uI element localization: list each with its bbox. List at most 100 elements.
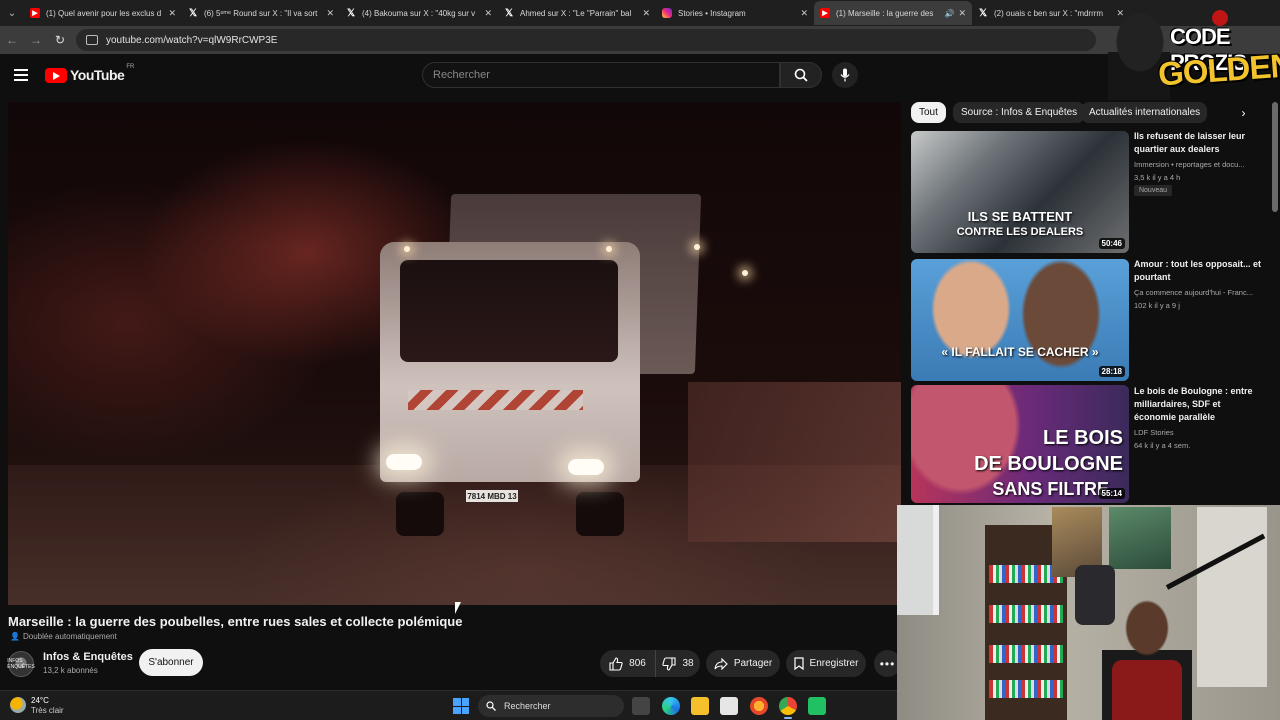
license-plate: 7814 MBD 13 xyxy=(466,490,518,502)
tab-title: (6) 5ᵉᵐᵉ Round sur X : "Il va sort xyxy=(204,8,318,18)
close-icon[interactable]: ✕ xyxy=(168,8,176,19)
browser-tab[interactable]: ▶ (1) Quel avenir pour les exclus d ✕ xyxy=(24,1,182,25)
close-icon[interactable]: ✕ xyxy=(484,8,492,19)
video-duration: 50:46 xyxy=(1098,238,1125,249)
browser-tab-active[interactable]: ▶ (1) Marseille : la guerre des 🔊 ✕ xyxy=(814,1,972,25)
microsoft-store-icon[interactable] xyxy=(720,697,738,715)
truck-windshield xyxy=(400,260,618,362)
thumb-caption: CONTRE LES DEALERS xyxy=(956,226,1084,238)
taskbar-search-label: Rechercher xyxy=(504,701,551,711)
browser-tab[interactable]: 𝕏 (2) ouais c ben sur X : "mdrrrm ✕ xyxy=(972,1,1130,25)
tab-search-chevron-icon[interactable]: ⌄ xyxy=(0,1,24,25)
light-icon xyxy=(694,244,700,250)
logo-text: YouTube xyxy=(70,67,125,83)
video-player[interactable]: 7814 MBD 13 xyxy=(8,102,901,605)
thumb-caption: ILS SE BATTENT xyxy=(967,209,1073,224)
tab-title: (2) ouais c ben sur X : "mdrrrm xyxy=(994,8,1104,18)
headlight xyxy=(568,459,604,475)
chevron-right-icon[interactable]: › xyxy=(1233,102,1254,123)
rec-title[interactable]: Amour : tout les opposait... et pourtant xyxy=(1134,258,1264,284)
app-icon[interactable] xyxy=(808,697,826,715)
chrome-icon[interactable] xyxy=(779,697,797,719)
like-button[interactable]: 806 xyxy=(600,650,656,677)
video-wall xyxy=(688,382,901,542)
video-duration: 28:18 xyxy=(1098,366,1125,377)
chip-international-news[interactable]: Actualités internationales xyxy=(1081,102,1207,123)
browser-tab[interactable]: 𝕏 (6) 5ᵉᵐᵉ Round sur X : "Il va sort ✕ xyxy=(182,1,340,25)
x-icon: 𝕏 xyxy=(346,7,356,19)
browser-tab[interactable]: 𝕏 (4) Bakouma sur X : "40kg sur v ✕ xyxy=(340,1,498,25)
microphone-icon xyxy=(840,68,850,82)
mouse-cursor-icon xyxy=(455,602,461,614)
light-icon xyxy=(606,246,612,252)
youtube-header: YouTube FR Rechercher xyxy=(0,54,1280,98)
task-view-icon[interactable] xyxy=(632,697,650,715)
speaker-icon[interactable]: 🔊 xyxy=(944,9,954,18)
chip-source[interactable]: Source : Infos & Enquêtes xyxy=(953,102,1086,123)
taskbar-search[interactable]: Rechercher xyxy=(478,695,624,717)
weather-icon[interactable] xyxy=(10,697,26,713)
menu-icon[interactable] xyxy=(14,69,28,81)
search-input[interactable]: Rechercher xyxy=(422,62,780,88)
reload-icon[interactable]: ↻ xyxy=(48,28,72,52)
search-button[interactable] xyxy=(780,62,822,88)
tab-title: (1) Marseille : la guerre des xyxy=(836,8,934,18)
rec-stats: 102 k il y a 9 j xyxy=(1134,301,1180,310)
rec-channel[interactable]: Immersion • reportages et docu... xyxy=(1134,158,1264,171)
subscribe-button[interactable]: S'abonner xyxy=(139,649,203,676)
close-icon[interactable]: ✕ xyxy=(958,8,966,19)
voice-search-button[interactable] xyxy=(832,62,858,88)
share-icon xyxy=(714,657,728,670)
back-arrow-icon[interactable]: ← xyxy=(0,28,24,52)
tab-title: (1) Quel avenir pour les exclus d xyxy=(46,8,162,18)
browser-tab-strip: ⌄ ▶ (1) Quel avenir pour les exclus d ✕ … xyxy=(0,0,1280,26)
like-dislike-group: 806 38 xyxy=(600,650,700,677)
address-bar[interactable]: youtube.com/watch?v=qlW9RrCWP3E xyxy=(76,29,1096,51)
x-icon: 𝕏 xyxy=(504,7,514,19)
truck-wheel xyxy=(396,492,444,536)
windows-taskbar: 24°C Très clair Rechercher xyxy=(0,690,897,720)
avatar-text: INFOS ENQUÊTES xyxy=(7,658,35,670)
file-explorer-icon[interactable] xyxy=(691,697,709,715)
x-icon: 𝕏 xyxy=(188,7,198,19)
youtube-play-icon xyxy=(45,67,67,83)
weather-temperature[interactable]: 24°C xyxy=(31,696,49,705)
rec-thumbnail[interactable]: ILS SE BATTENT CONTRE LES DEALERS 50:46 xyxy=(911,131,1129,253)
close-icon[interactable]: ✕ xyxy=(326,8,334,19)
youtube-logo[interactable]: YouTube FR xyxy=(45,64,134,83)
channel-avatar[interactable]: INFOS ENQUÊTES xyxy=(7,651,35,677)
rec-channel[interactable]: LDF Stories xyxy=(1134,426,1264,439)
forward-arrow-icon[interactable]: → xyxy=(24,28,48,52)
site-info-icon[interactable] xyxy=(86,35,98,45)
close-icon[interactable]: ✕ xyxy=(800,8,808,19)
person-icon: 👤 xyxy=(10,632,20,641)
share-button[interactable]: Partager xyxy=(706,650,780,677)
channel-name[interactable]: Infos & Enquêtes xyxy=(43,651,133,663)
weather-description[interactable]: Très clair xyxy=(31,706,64,715)
rec-title[interactable]: Ils refusent de laisser leur quartier au… xyxy=(1134,130,1264,156)
thumbnail-image xyxy=(911,259,1129,381)
like-count: 806 xyxy=(629,658,646,669)
windows-start-icon[interactable] xyxy=(453,698,469,714)
firefox-icon[interactable] xyxy=(750,697,768,715)
edge-icon[interactable] xyxy=(662,697,680,715)
thumbs-down-icon xyxy=(662,656,676,671)
save-button[interactable]: Enregistrer xyxy=(786,650,866,677)
x-icon: 𝕏 xyxy=(978,7,988,19)
new-badge: Nouveau xyxy=(1134,185,1172,196)
rec-stats: 3,5 k il y a 4 h xyxy=(1134,173,1181,182)
webcam-books xyxy=(989,605,1063,623)
tab-title: Ahmed sur X : "Le "Parrain" bal xyxy=(520,8,632,18)
rec-thumbnail[interactable]: LE BOIS DE BOULOGNE SANS FILTRE 55:14 xyxy=(911,385,1129,503)
dislike-button[interactable]: 38 xyxy=(656,650,700,677)
browser-tab[interactable]: Stories • Instagram ✕ xyxy=(656,1,814,25)
rec-thumbnail[interactable]: « IL FALLAIT SE CACHER » 28:18 xyxy=(911,259,1129,381)
dislike-count: 38 xyxy=(682,658,694,669)
rec-title[interactable]: Le bois de Boulogne : entre milliardaire… xyxy=(1134,385,1264,424)
browser-tab[interactable]: 𝕏 Ahmed sur X : "Le "Parrain" bal ✕ xyxy=(498,1,656,25)
rec-channel[interactable]: Ça commence aujourd'hui - Franc... xyxy=(1134,286,1264,299)
chip-all[interactable]: Tout xyxy=(911,102,946,123)
close-icon[interactable]: ✕ xyxy=(642,8,650,19)
save-label: Enregistrer xyxy=(809,658,859,669)
page-scrollbar[interactable] xyxy=(1272,102,1278,212)
